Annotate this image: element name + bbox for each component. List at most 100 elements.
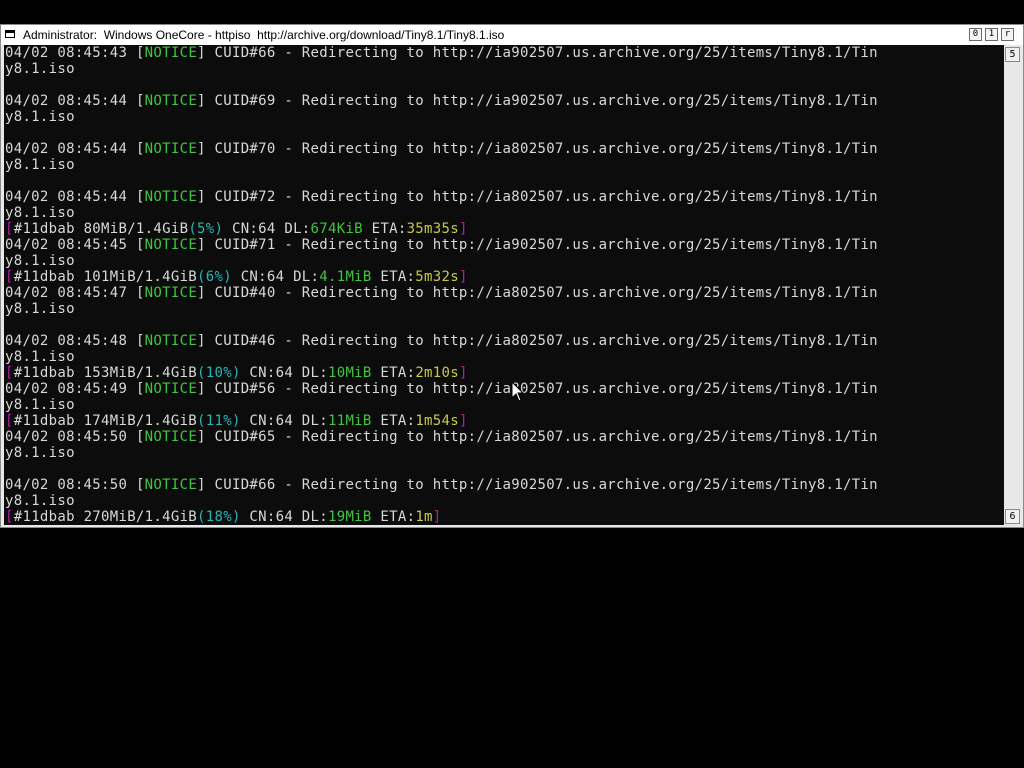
log-level-notice: NOTICE (144, 141, 198, 157)
log-message: CUID#40 - Redirecting to http://ia802507… (205, 285, 878, 301)
console-window-icon[interactable] (5, 30, 15, 38)
progress-open-bracket: [ (5, 413, 14, 429)
progress-open-bracket: [ (5, 509, 14, 525)
progress-size: #11dbab 174MiB/1.4GiB (13, 413, 198, 429)
log-tag-open: [ (135, 381, 145, 397)
console-window: Administrator: Windows OneCore - httpiso… (0, 24, 1024, 528)
log-line-notice: 04/02 08:45:48 [NOTICE] CUID#46 - Redire… (5, 333, 878, 349)
close-button[interactable]: r (1001, 28, 1014, 41)
log-message: CUID#66 - Redirecting to http://ia902507… (205, 45, 878, 61)
log-line-text: y8.1.iso (5, 349, 75, 365)
log-line-text: y8.1.iso (5, 157, 75, 173)
log-line-text: y8.1.iso (5, 205, 75, 221)
progress-size: #11dbab 270MiB/1.4GiB (13, 509, 198, 525)
log-tag-open: [ (135, 237, 145, 253)
log-message: CUID#72 - Redirecting to http://ia802507… (205, 189, 878, 205)
progress-eta-label: ETA: (371, 413, 416, 429)
log-line-text: y8.1.iso (5, 253, 75, 269)
progress-open-bracket: [ (5, 221, 14, 237)
progress-download-rate: 10MiB (328, 365, 372, 381)
log-tag-close: ] (197, 333, 206, 349)
progress-line: [#11dbab 153MiB/1.4GiB(10%) CN:64 DL:10M… (5, 365, 468, 381)
log-tag-open: [ (135, 45, 145, 61)
log-line-notice: 04/02 08:45:45 [NOTICE] CUID#71 - Redire… (5, 237, 878, 253)
log-line-notice: 04/02 08:45:50 [NOTICE] CUID#66 - Redire… (5, 477, 878, 493)
progress-line: [#11dbab 80MiB/1.4GiB(5%) CN:64 DL:674Ki… (5, 221, 468, 237)
progress-connections: CN:64 DL: (231, 269, 320, 285)
log-line-text: y8.1.iso (5, 445, 75, 461)
log-message: CUID#69 - Redirecting to http://ia902507… (205, 93, 878, 109)
progress-size: #11dbab 101MiB/1.4GiB (13, 269, 198, 285)
progress-close-bracket: ] (458, 221, 468, 237)
log-timestamp: 04/02 08:45:48 (5, 333, 136, 349)
progress-connections: CN:64 DL: (240, 365, 328, 381)
log-level-notice: NOTICE (144, 45, 198, 61)
console-output[interactable]: 04/02 08:45:43 [NOTICE] CUID#66 - Redire… (4, 45, 1004, 525)
vertical-scrollbar[interactable]: 5 6 (1004, 45, 1022, 525)
progress-eta-label: ETA: (371, 269, 416, 285)
progress-size: #11dbab 153MiB/1.4GiB (13, 365, 198, 381)
log-message: CUID#46 - Redirecting to http://ia802507… (205, 333, 878, 349)
progress-eta-label: ETA: (371, 365, 416, 381)
log-line-text: y8.1.iso (5, 61, 75, 77)
progress-percent: (11%) (197, 413, 241, 429)
log-level-notice: NOTICE (144, 189, 198, 205)
progress-size: #11dbab 80MiB/1.4GiB (13, 221, 189, 237)
log-line-notice: 04/02 08:45:44 [NOTICE] CUID#69 - Redire… (5, 93, 878, 109)
log-line-text: y8.1.iso (5, 301, 75, 317)
log-message: CUID#71 - Redirecting to http://ia902507… (205, 237, 878, 253)
log-message: CUID#56 - Redirecting to http://ia802507… (205, 381, 878, 397)
scroll-down-button[interactable]: 6 (1005, 509, 1020, 524)
log-tag-close: ] (197, 477, 206, 493)
log-message: CUID#70 - Redirecting to http://ia802507… (205, 141, 878, 157)
log-tag-open: [ (135, 429, 145, 445)
progress-line: [#11dbab 101MiB/1.4GiB(6%) CN:64 DL:4.1M… (5, 269, 468, 285)
log-timestamp: 04/02 08:45:50 (5, 477, 136, 493)
log-line-notice: 04/02 08:45:44 [NOTICE] CUID#72 - Redire… (5, 189, 878, 205)
log-line-notice: 04/02 08:45:50 [NOTICE] CUID#65 - Redire… (5, 429, 878, 445)
progress-eta: 1m (415, 509, 433, 525)
log-timestamp: 04/02 08:45:43 (5, 45, 136, 61)
maximize-button[interactable]: 1 (985, 28, 998, 41)
log-tag-close: ] (197, 45, 206, 61)
log-line-notice: 04/02 08:45:44 [NOTICE] CUID#70 - Redire… (5, 141, 878, 157)
scroll-up-button[interactable]: 5 (1005, 47, 1020, 62)
progress-close-bracket: ] (432, 509, 442, 525)
progress-download-rate: 11MiB (328, 413, 372, 429)
log-tag-open: [ (135, 333, 145, 349)
log-tag-open: [ (135, 285, 145, 301)
log-tag-close: ] (197, 93, 206, 109)
progress-line: [#11dbab 270MiB/1.4GiB(18%) CN:64 DL:19M… (5, 509, 442, 525)
progress-download-rate: 4.1MiB (319, 269, 372, 285)
log-timestamp: 04/02 08:45:45 (5, 237, 136, 253)
log-level-notice: NOTICE (144, 93, 198, 109)
log-tag-open: [ (135, 93, 145, 109)
log-timestamp: 04/02 08:45:47 (5, 285, 136, 301)
log-line-notice: 04/02 08:45:49 [NOTICE] CUID#56 - Redire… (5, 381, 878, 397)
minimize-button[interactable]: 0 (969, 28, 982, 41)
progress-eta: 5m32s (415, 269, 459, 285)
title-bar[interactable]: Administrator: Windows OneCore - httpiso… (1, 25, 1023, 45)
progress-connections: CN:64 DL: (240, 509, 328, 525)
mouse-pointer-icon (511, 381, 525, 402)
progress-eta-label: ETA: (362, 221, 407, 237)
log-tag-open: [ (135, 477, 145, 493)
progress-download-rate: 674KiB (310, 221, 363, 237)
progress-percent: (6%) (197, 269, 232, 285)
progress-close-bracket: ] (458, 365, 468, 381)
log-tag-close: ] (197, 285, 206, 301)
progress-percent: (10%) (197, 365, 241, 381)
progress-line: [#11dbab 174MiB/1.4GiB(11%) CN:64 DL:11M… (5, 413, 468, 429)
progress-download-rate: 19MiB (328, 509, 372, 525)
log-tag-open: [ (135, 189, 145, 205)
progress-close-bracket: ] (458, 269, 468, 285)
log-line-notice: 04/02 08:45:47 [NOTICE] CUID#40 - Redire… (5, 285, 878, 301)
log-tag-close: ] (197, 381, 206, 397)
log-tag-close: ] (197, 189, 206, 205)
progress-connections: CN:64 DL: (240, 413, 328, 429)
progress-open-bracket: [ (5, 269, 14, 285)
log-timestamp: 04/02 08:45:49 (5, 381, 136, 397)
log-timestamp: 04/02 08:45:50 (5, 429, 136, 445)
log-line-text: y8.1.iso (5, 109, 75, 125)
log-line-text: y8.1.iso (5, 397, 75, 413)
